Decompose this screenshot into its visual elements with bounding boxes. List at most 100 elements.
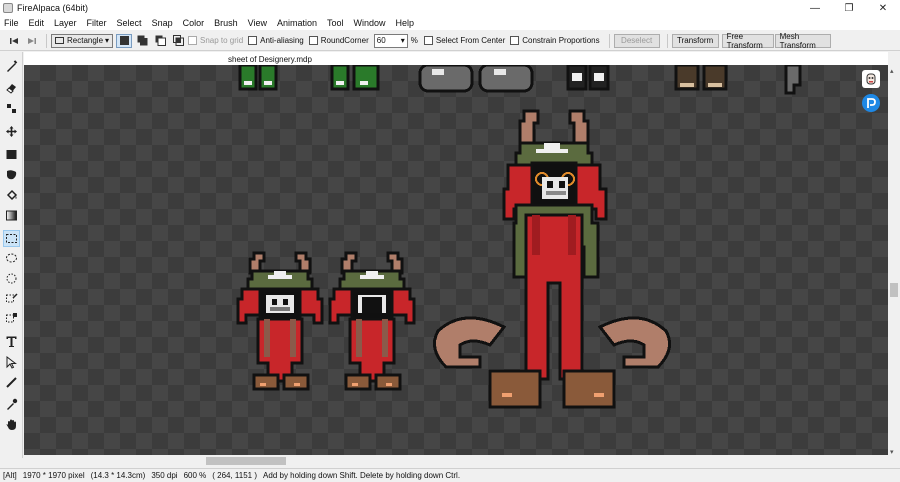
snap-to-grid-label: Snap to grid (200, 36, 244, 45)
percent-label: % (410, 36, 418, 45)
fill-rectangle-tool-icon[interactable] (3, 146, 20, 163)
menu-brush[interactable]: Brush (214, 18, 238, 28)
tool-options-bar: Rectangle ▾ Snap to grid Anti-aliasing R… (0, 31, 900, 51)
select-from-center-checkbox[interactable]: Select From Center (423, 36, 506, 45)
divide-tool-icon[interactable] (3, 374, 20, 391)
p-badge-icon[interactable] (862, 94, 880, 112)
round-corner-label: RoundCorner (320, 36, 369, 45)
menu-select[interactable]: Select (117, 18, 142, 28)
separator (666, 33, 668, 48)
constrain-proportions-label: Constrain Proportions (522, 36, 600, 45)
selection-intersect-icon[interactable] (170, 34, 186, 48)
horizontal-scrollbar[interactable] (24, 455, 888, 467)
transform-button[interactable]: Transform (671, 33, 719, 48)
checkbox-box (188, 36, 197, 45)
checkbox-box (248, 36, 258, 45)
free-transform-button[interactable]: Free Transform (721, 32, 774, 50)
window-title: FireAlpaca (64bit) (17, 3, 89, 13)
sprite-large (432, 109, 672, 409)
shape-select[interactable]: Rectangle ▾ (51, 33, 113, 48)
menu-view[interactable]: View (248, 18, 267, 28)
separator (46, 33, 47, 48)
chevron-down-icon: ▾ (104, 36, 109, 45)
status-zoom: 600 % (183, 471, 207, 480)
bucket-tool-icon[interactable] (3, 187, 20, 204)
scroll-down-icon[interactable]: ▾ (890, 448, 894, 456)
menu-filter[interactable]: Filter (87, 18, 107, 28)
side-icons (862, 70, 880, 112)
alpaca-icon[interactable] (862, 70, 880, 88)
status-bar: [Alt] 1970 * 1970 pixel (14.3 * 14.3cm) … (0, 468, 900, 482)
status-size: 1970 * 1970 pixel (22, 471, 85, 480)
menu-tool[interactable]: Tool (327, 18, 344, 28)
menu-color[interactable]: Color (183, 18, 205, 28)
vertical-scrollbar[interactable]: ▴ ▾ (888, 65, 900, 458)
status-coords: ( 264, 1151 ) (212, 471, 258, 480)
canvas[interactable] (24, 65, 888, 455)
deselect-button[interactable]: Deselect (613, 33, 660, 48)
status-cm: (14.3 * 14.3cm) (90, 471, 146, 480)
minimize-button[interactable]: — (798, 0, 832, 16)
shape-select-value: Rectangle (67, 36, 104, 45)
fill-ellipse-tool-icon[interactable] (3, 166, 20, 183)
select-tool-icon[interactable] (3, 230, 20, 247)
tab-document[interactable]: sheet of Designery.mdp (218, 53, 322, 65)
magic-wand-tool-icon[interactable] (3, 270, 20, 287)
eraser-tool-icon[interactable] (3, 79, 20, 96)
checkbox-box (510, 36, 520, 45)
document-tab-bar: sheet of Designery.mdp (24, 52, 888, 65)
selection-new-icon[interactable] (116, 33, 132, 48)
menu-animation[interactable]: Animation (277, 18, 317, 28)
menu-window[interactable]: Window (354, 18, 386, 28)
round-corner-value-input[interactable]: 60 ▾ (373, 33, 408, 48)
maximize-button[interactable]: ❐ (832, 0, 866, 16)
sprite-chibi-2 (328, 251, 416, 391)
chevron-down-icon: ▾ (400, 36, 405, 45)
horizontal-scroll-thumb[interactable] (206, 457, 286, 465)
tool-palette (0, 52, 23, 458)
select-pen-tool-icon[interactable] (3, 290, 20, 307)
status-hint: Add by holding down Shift. Delete by hol… (263, 471, 461, 480)
selection-subtract-icon[interactable] (152, 34, 168, 48)
checkbox-box (423, 36, 433, 45)
round-corner-checkbox[interactable]: RoundCorner (308, 36, 369, 45)
dot-tool-icon[interactable] (3, 100, 20, 117)
vertical-scroll-thumb[interactable] (890, 283, 898, 297)
lasso-tool-icon[interactable] (3, 250, 20, 267)
constrain-proportions-checkbox[interactable]: Constrain Proportions (510, 36, 600, 45)
scroll-up-icon[interactable]: ▴ (890, 67, 894, 75)
menu-layer[interactable]: Layer (54, 18, 77, 28)
mesh-transform-button[interactable]: Mesh Transform (774, 32, 831, 50)
rectangle-icon (55, 37, 64, 44)
gradient-tool-icon[interactable] (3, 207, 20, 224)
hand-tool-icon[interactable] (3, 416, 20, 433)
eyedropper-tool-icon[interactable] (3, 396, 20, 413)
select-from-center-label: Select From Center (435, 36, 506, 45)
snap-to-grid-checkbox[interactable]: Snap to grid (188, 36, 243, 45)
app-icon (3, 3, 13, 13)
anti-aliasing-label: Anti-aliasing (260, 36, 304, 45)
operation-tool-icon[interactable] (3, 354, 20, 371)
round-corner-value: 60 (376, 36, 386, 45)
status-key: [Alt] (3, 471, 17, 480)
menu-help[interactable]: Help (396, 18, 415, 28)
next-frame-icon[interactable] (24, 34, 40, 48)
checkbox-box (308, 36, 318, 45)
close-button[interactable]: ✕ (866, 0, 900, 16)
select-eraser-tool-icon[interactable] (3, 310, 20, 327)
menu-file[interactable]: File (4, 18, 19, 28)
sprite-row-top (238, 65, 802, 95)
status-dpi: 350 dpi (151, 471, 178, 480)
move-tool-icon[interactable] (3, 123, 20, 140)
menu-edit[interactable]: Edit (29, 18, 45, 28)
anti-aliasing-checkbox[interactable]: Anti-aliasing (248, 36, 304, 45)
menu-bar: File Edit Layer Filter Select Snap Color… (0, 16, 900, 30)
artwork (236, 65, 802, 409)
menu-snap[interactable]: Snap (152, 18, 173, 28)
selection-add-icon[interactable] (134, 34, 150, 48)
prev-frame-icon[interactable] (6, 34, 22, 48)
brush-tool-icon[interactable] (3, 58, 20, 75)
sprite-chibi-1 (236, 251, 324, 391)
title-bar: FireAlpaca (64bit) — ❐ ✕ (0, 0, 900, 16)
text-tool-icon[interactable] (3, 333, 20, 350)
